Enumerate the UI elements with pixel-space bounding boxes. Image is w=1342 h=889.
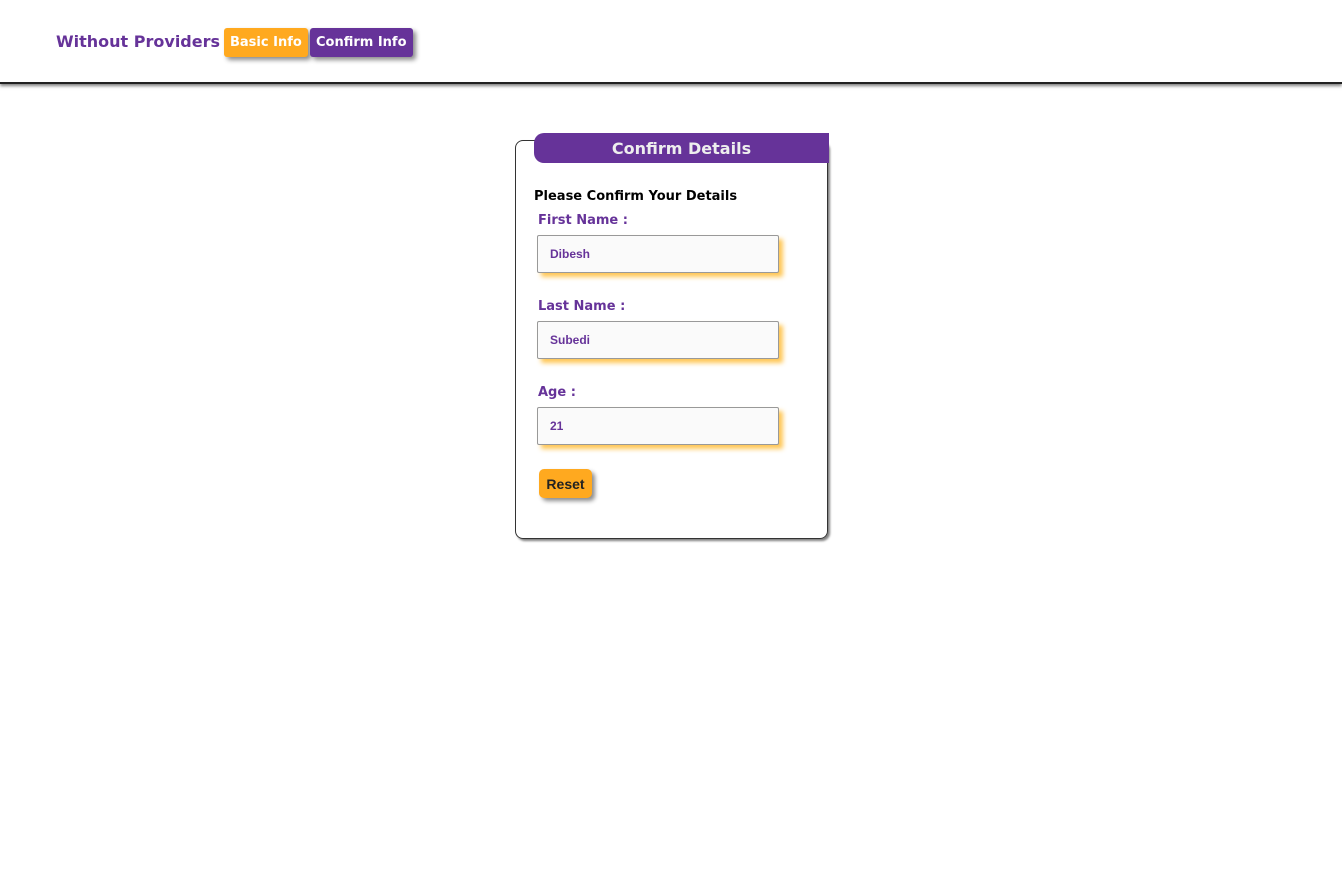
reset-button[interactable]: Reset bbox=[539, 469, 592, 498]
last-name-label: Last Name : bbox=[538, 299, 626, 314]
age-label: Age : bbox=[538, 385, 576, 400]
first-name-label: First Name : bbox=[538, 213, 628, 228]
last-name-input[interactable] bbox=[537, 321, 779, 359]
card-subtitle: Please Confirm Your Details bbox=[534, 189, 738, 204]
nav-basic-info[interactable]: Basic Info bbox=[224, 28, 308, 57]
brand-title: Without Providers bbox=[56, 32, 221, 51]
nav-confirm-info[interactable]: Confirm Info bbox=[310, 28, 413, 57]
first-name-input[interactable] bbox=[537, 235, 779, 273]
navbar: Without Providers Basic Info Confirm Inf… bbox=[0, 0, 1342, 84]
card-title: Confirm Details bbox=[534, 133, 829, 163]
age-input[interactable] bbox=[537, 407, 779, 445]
